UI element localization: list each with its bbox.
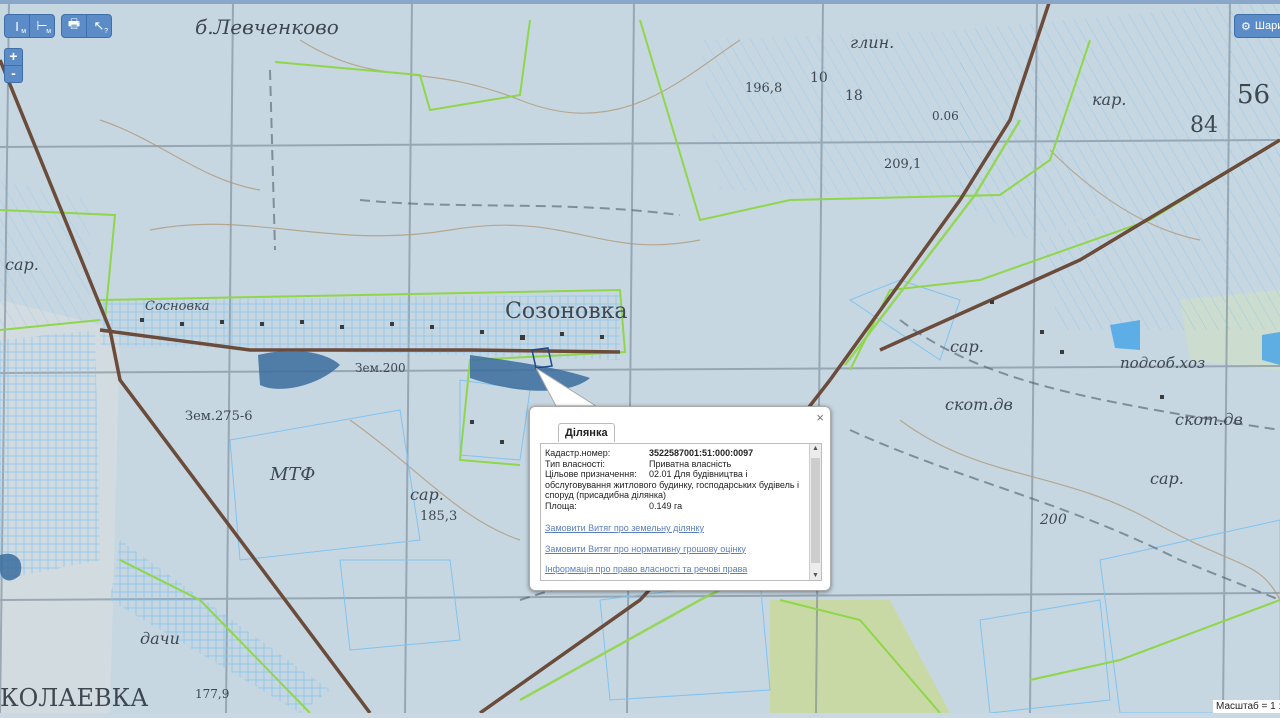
measure-tools: Iм ⊢ м [4,14,55,38]
label-sar-1: сар. [5,255,39,274]
detail-key: Кадастр.номер: [545,448,611,458]
detail-row-area: Площа: 0.149 га [545,501,807,512]
popup-pointer [536,368,596,407]
label-grid-84: 84 [1190,113,1218,138]
label-sozonovka: Созоновка [505,299,627,324]
layers-label: Шари [1254,20,1280,32]
popup-scrollbar[interactable]: ▲ ▼ [809,444,821,580]
label-sar-4: сар. [1150,469,1184,488]
order-valuation-extract-link[interactable]: Замовити Витяг про нормативну грошову оц… [545,544,807,555]
label-sar-2: сар. [410,485,444,504]
detail-key: Тип власності: [545,458,605,469]
label-podsob: подсоб.хоз [1120,354,1205,372]
scroll-thumb[interactable] [811,458,820,563]
label-skot-2: скот.дв [1175,410,1243,429]
zoom-out-button[interactable]: - [5,66,22,82]
purpose-value: 02.01 Для будівництва і обслуговування ж… [545,469,807,501]
label-num-10: 10 [810,70,828,86]
parcel-details: Кадастр.номер: 3522587001:51:000:0097 Ти… [545,448,807,575]
measure-area-button[interactable]: ⊢ м [30,15,54,37]
label-zem-200: Зем.200 [355,361,406,375]
scale-readout: Масштаб = 1 : [1213,700,1280,713]
printer-icon: 🖶 [67,16,81,31]
print-button[interactable]: 🖶 [62,15,87,37]
scroll-up-icon[interactable]: ▲ [810,445,821,452]
label-levchenkovo: б.Левченково [195,15,339,39]
label-glin: глин. [850,33,894,52]
label-kolaevka: КОЛАЕВКА [0,684,148,712]
detail-row-ownership: Тип власності: Приватна власність [545,459,807,470]
map-canvas[interactable]: б.Левченково Созоновка Сосновка КОЛАЕВКА… [0,0,1280,715]
label-skot-1: скот.дв [945,395,1013,414]
gear-icon: ⚙ [1241,20,1251,33]
purpose-text: 02.01 Для будівництва і обслуговування ж… [545,469,800,500]
label-h177: 177,9 [195,687,229,701]
label-sosnovka: Сосновка [145,299,210,314]
label-h185: 185,3 [420,509,457,524]
measure-length-button[interactable]: Iм [5,15,30,37]
ownership-rights-link[interactable]: Інформація про право власності та речові… [545,564,807,575]
cadastral-number: 3522587001:51:000:0097 [649,448,754,458]
label-zem-275: Зем.275-6 [185,409,253,424]
scroll-down-icon[interactable]: ▼ [810,572,821,579]
tab-parcel[interactable]: Ділянка [558,423,615,442]
label-kar: кар. [1092,90,1126,109]
label-h209: 209,1 [884,157,921,172]
map-toolbar: Iм ⊢ м 🖶 ↖? [4,14,112,38]
top-strip [0,0,1280,4]
label-h196: 196,8 [745,81,782,96]
label-grid-56: 56 [1237,80,1270,110]
detail-row-cadastral: Кадастр.номер: 3522587001:51:000:0097 [545,448,807,459]
help-button[interactable]: ↖? [87,15,111,37]
zoom-in-button[interactable]: + [5,49,22,66]
label-sar-3: сар. [950,337,984,356]
cadastral-map[interactable]: б.Левченково Созоновка Сосновка КОЛАЕВКА… [0,0,1280,715]
utility-tools: 🖶 ↖? [61,14,112,38]
pointer-help-icon: ↖ [93,18,105,33]
area-value: 0.149 га [649,500,683,511]
order-land-extract-link[interactable]: Замовити Витяг про земельну ділянку [545,523,807,534]
parcel-info-popup: × Ділянка Кадастр.номер: 3522587001:51:0… [529,406,831,591]
label-num-18: 18 [845,88,863,104]
label-006: 0.06 [932,109,959,123]
popup-content: Кадастр.номер: 3522587001:51:000:0097 Ти… [540,443,822,581]
zoom-control: + - [4,48,23,83]
label-dachi: дачи [140,629,180,648]
ruler-icon: I [15,18,19,34]
label-contour-200: 200 [1039,512,1067,528]
detail-key: Площа: [545,500,577,511]
close-icon[interactable]: × [816,410,824,425]
help-icon: ? [104,28,108,35]
label-mtf: МТФ [269,464,315,485]
layers-button[interactable]: ⚙ Шари [1234,14,1280,38]
ownership-type: Приватна власність [649,458,732,469]
